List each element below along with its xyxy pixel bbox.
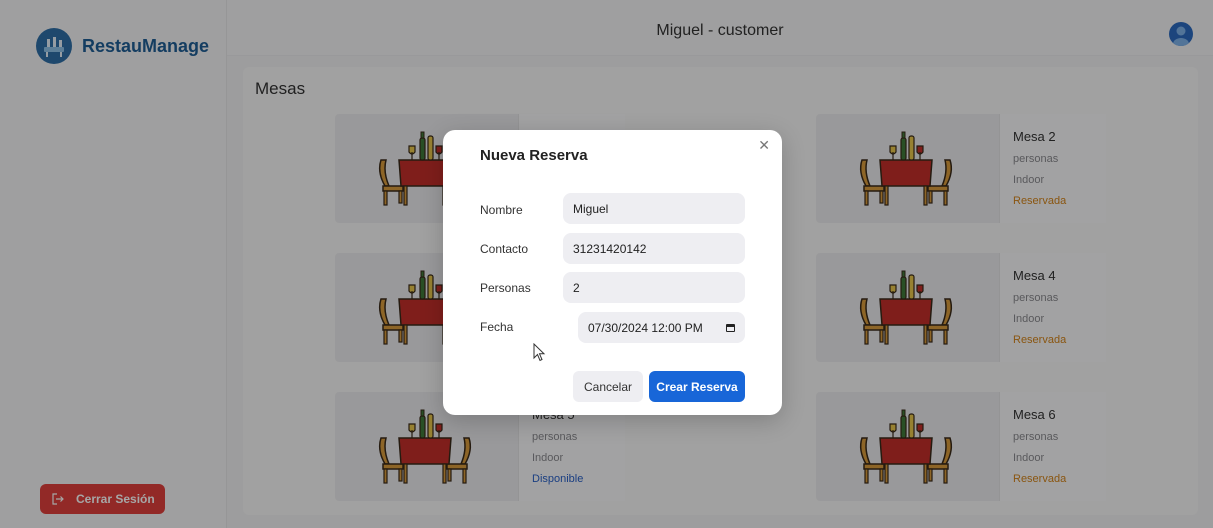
mouse-cursor-icon — [533, 343, 546, 362]
calendar-icon[interactable] — [726, 323, 735, 332]
cancel-button[interactable]: Cancelar — [573, 371, 643, 402]
fecha-label: Fecha — [480, 320, 514, 334]
personas-field[interactable] — [563, 272, 745, 303]
fecha-datetime-field[interactable]: 07/30/2024 12:00 PM — [578, 312, 745, 343]
create-reservation-button[interactable]: Crear Reserva — [649, 371, 745, 402]
nombre-field[interactable] — [563, 193, 745, 224]
new-reservation-modal: Nueva Reserva ✕ Nombre Contacto Personas… — [443, 130, 782, 415]
contacto-field[interactable] — [563, 233, 745, 264]
modal-title: Nueva Reserva — [480, 147, 588, 164]
fecha-value: 07/30/2024 12:00 PM — [588, 320, 703, 335]
personas-label: Personas — [480, 281, 531, 295]
nombre-label: Nombre — [480, 203, 523, 217]
close-icon[interactable]: ✕ — [758, 137, 770, 154]
contacto-label: Contacto — [480, 242, 529, 256]
